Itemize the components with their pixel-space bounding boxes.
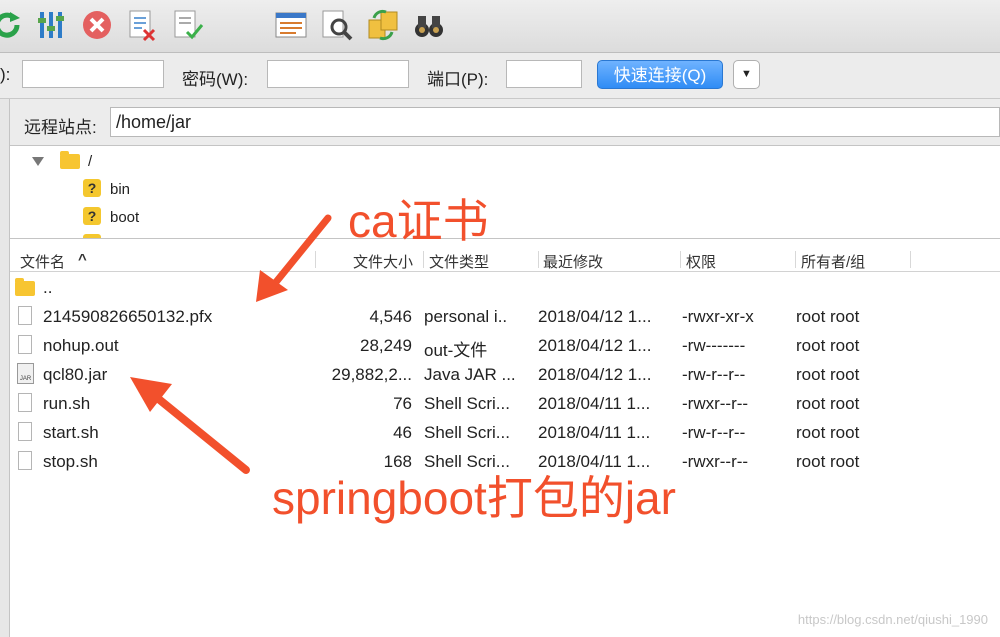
annotation-arrows [130, 214, 332, 474]
annotation-jar-label: springboot打包的jar [272, 472, 676, 524]
ca-arrow [256, 214, 332, 302]
annotation-ca-label: ca证书 [348, 195, 489, 247]
jar-arrow [130, 377, 250, 474]
watermark: https://blog.csdn.net/qiushi_1990 [797, 612, 988, 627]
